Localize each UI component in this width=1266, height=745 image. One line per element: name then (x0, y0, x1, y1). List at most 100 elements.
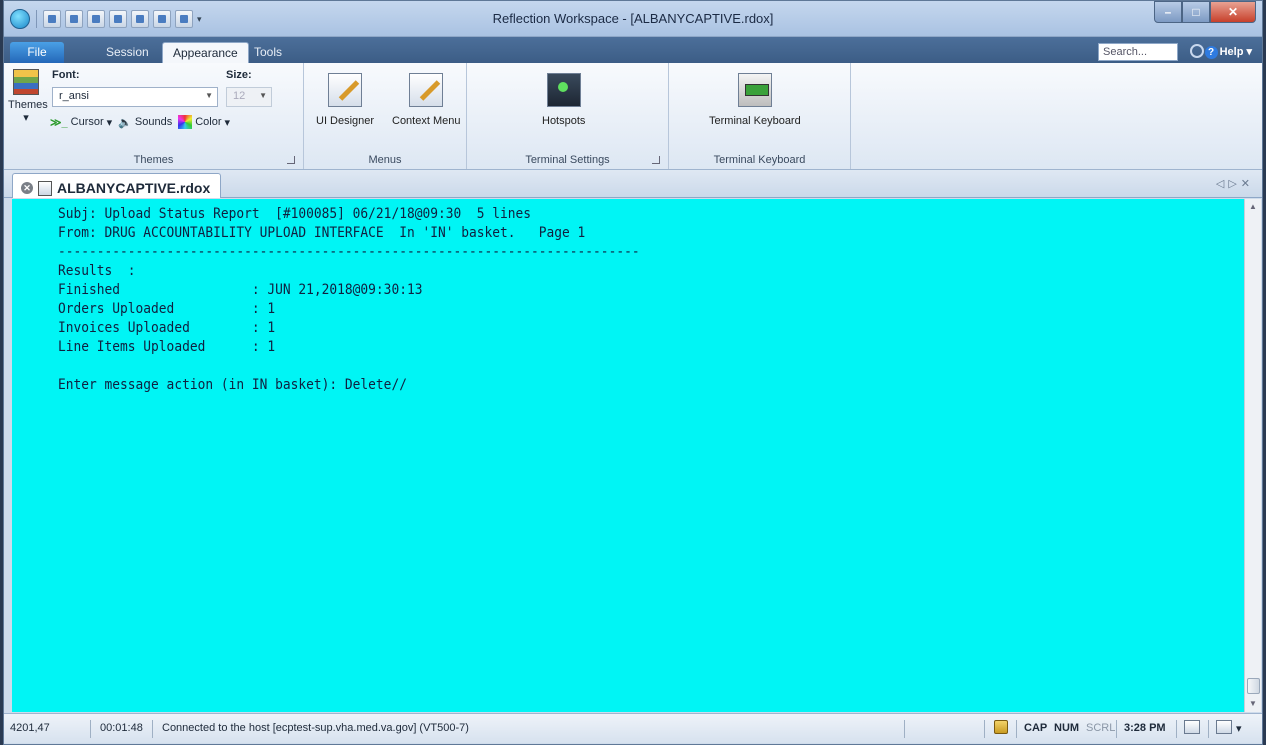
status-divider (1208, 720, 1209, 738)
color-button[interactable]: Color ▾ (178, 115, 230, 129)
num-indicator: NUM (1054, 722, 1080, 734)
title-bar: ▾ Reflection Workspace - [ALBANYCAPTIVE.… (4, 1, 1262, 37)
help-button[interactable]: ? Help ▾ (1204, 45, 1252, 59)
ribbon-tab-row: File Session Appearance Tools Search... … (4, 37, 1262, 63)
terminal-line: Enter message action (in IN basket): Del… (58, 377, 407, 393)
search-input[interactable]: Search... (1098, 43, 1178, 61)
help-label: Help (1219, 46, 1244, 58)
connection-status: Connected to the host [ecptest-sup.vha.m… (162, 722, 469, 734)
status-bar: 4201,47 00:01:48 Connected to the host [… (4, 713, 1262, 743)
themes-button-label: Themes (8, 99, 48, 111)
reflection-workspace-window: ▾ Reflection Workspace - [ALBANYCAPTIVE.… (3, 0, 1263, 745)
maximize-button[interactable]: □ (1182, 1, 1210, 23)
speaker-icon: 🔈 (118, 116, 132, 129)
scrollbar-thumb[interactable] (1247, 678, 1260, 694)
window-controls: – □ ✕ (1154, 1, 1256, 23)
window-layout-icon[interactable] (1216, 720, 1232, 734)
tab-file[interactable]: File (10, 42, 64, 63)
status-divider (152, 720, 153, 738)
dialog-launcher-icon[interactable] (652, 156, 660, 164)
size-value: 12 (233, 90, 246, 102)
cursor-button[interactable]: ≫_ Cursor ▾ (50, 116, 112, 129)
chevron-down-icon[interactable]: ▾ (1236, 722, 1242, 735)
terminal-keyboard-group: Terminal Keyboard Terminal Keyboard (669, 63, 851, 169)
document-tab[interactable]: ✕ ALBANYCAPTIVE.rdox (12, 173, 222, 198)
font-label: Font: (52, 69, 80, 81)
terminal-line: Orders Uploaded : 1 (58, 301, 276, 317)
themes-button[interactable]: Themes ▾ (8, 69, 48, 124)
terminal-line: Finished : JUN 21,2018@09:30:13 (58, 282, 423, 298)
sounds-label: Sounds (134, 116, 173, 128)
cursor-icon: ≫_ (50, 116, 68, 129)
close-tab-icon[interactable]: ✕ (21, 182, 33, 194)
dialog-launcher-icon[interactable] (287, 156, 295, 164)
chevron-down-icon: ▾ (23, 112, 29, 124)
color-label: Color (195, 116, 222, 128)
font-value: r_ansi (59, 90, 89, 102)
screen-layout-icon[interactable] (1184, 720, 1200, 734)
search-icon[interactable] (1190, 44, 1204, 58)
sounds-button[interactable]: 🔈 Sounds (118, 116, 172, 129)
themes-icon (13, 69, 39, 95)
ui-designer-icon (328, 73, 363, 107)
status-divider (984, 720, 985, 738)
hotspots-button[interactable]: Hotspots (542, 73, 585, 127)
status-divider (904, 720, 905, 738)
size-label: Size: (226, 69, 252, 81)
status-divider (1176, 720, 1177, 738)
minimize-button[interactable]: – (1154, 1, 1182, 23)
status-divider (1016, 720, 1017, 738)
font-select[interactable]: r_ansi ▼ (52, 87, 218, 107)
hotspots-label: Hotspots (542, 115, 586, 127)
context-menu-button[interactable]: Context Menu (392, 73, 460, 127)
terminal-keyboard-label: Terminal Keyboard (709, 115, 801, 127)
cursor-label: Cursor (70, 116, 104, 128)
chevron-down-icon: ▼ (259, 91, 267, 100)
terminal-line: From: DRUG ACCOUNTABILITY UPLOAD INTERFA… (58, 225, 586, 241)
menus-group-label: Menus (368, 154, 402, 166)
color-palette-icon (178, 115, 193, 129)
terminal-keyboard-button[interactable]: Terminal Keyboard (709, 73, 801, 127)
chevron-down-icon: ▼ (205, 91, 213, 100)
cursor-position: 4201,47 (10, 722, 50, 734)
ui-designer-label: UI Designer (316, 115, 375, 127)
document-tab-label: ALBANYCAPTIVE.rdox (57, 180, 211, 196)
terminal-line: ----------------------------------------… (58, 244, 640, 260)
tab-tools[interactable]: Tools (244, 42, 292, 63)
terminal-line: Invoices Uploaded : 1 (58, 320, 276, 336)
terminal-line: Subj: Upload Status Report [#100085] 06/… (58, 206, 532, 222)
size-select: 12 ▼ (226, 87, 272, 107)
ui-designer-button[interactable]: UI Designer (316, 73, 374, 127)
scroll-up-icon[interactable]: ▲ (1245, 199, 1261, 215)
elapsed-time: 00:01:48 (100, 722, 143, 734)
hotspots-icon (546, 73, 581, 107)
document-icon (38, 180, 52, 196)
status-divider (1116, 720, 1117, 738)
context-menu-icon (409, 73, 444, 107)
document-tab-row: ✕ ALBANYCAPTIVE.rdox ◁▷✕ (4, 170, 1262, 198)
lock-icon (994, 720, 1008, 734)
terminal-settings-group-label: Terminal Settings (525, 154, 610, 166)
tab-navigation-icons[interactable]: ◁▷✕ (1216, 177, 1254, 190)
terminal-screen[interactable]: Subj: Upload Status Report [#100085] 06/… (12, 199, 1244, 712)
scroll-down-icon[interactable]: ▼ (1245, 696, 1261, 712)
close-button[interactable]: ✕ (1210, 1, 1256, 23)
themes-group: Themes ▾ Font: Size: r_ansi ▼ 12 ▼ ≫_ Cur… (4, 63, 304, 169)
terminal-settings-group: Hotspots Terminal Settings (467, 63, 669, 169)
terminal-keyboard-group-label: Terminal Keyboard (713, 154, 806, 166)
status-divider (90, 720, 91, 738)
terminal-line: Results : (58, 263, 136, 279)
tab-session[interactable]: Session (96, 42, 159, 63)
scrl-indicator: SCRL (1086, 722, 1116, 734)
themes-group-label: Themes (133, 154, 174, 166)
tab-appearance[interactable]: Appearance (162, 42, 249, 63)
terminal-line: Line Items Uploaded : 1 (58, 339, 276, 355)
clock: 3:28 PM (1124, 722, 1166, 734)
window-title: Reflection Workspace - [ALBANYCAPTIVE.rd… (492, 11, 774, 26)
vertical-scrollbar[interactable]: ▲ ▼ (1244, 199, 1261, 712)
context-menu-label: Context Menu (392, 115, 461, 127)
help-icon: ? (1204, 46, 1218, 59)
theme-options-row: ≫_ Cursor ▾ 🔈 Sounds Color ▾ (50, 115, 230, 129)
terminal-text: Subj: Upload Status Report [#100085] 06/… (58, 205, 640, 395)
